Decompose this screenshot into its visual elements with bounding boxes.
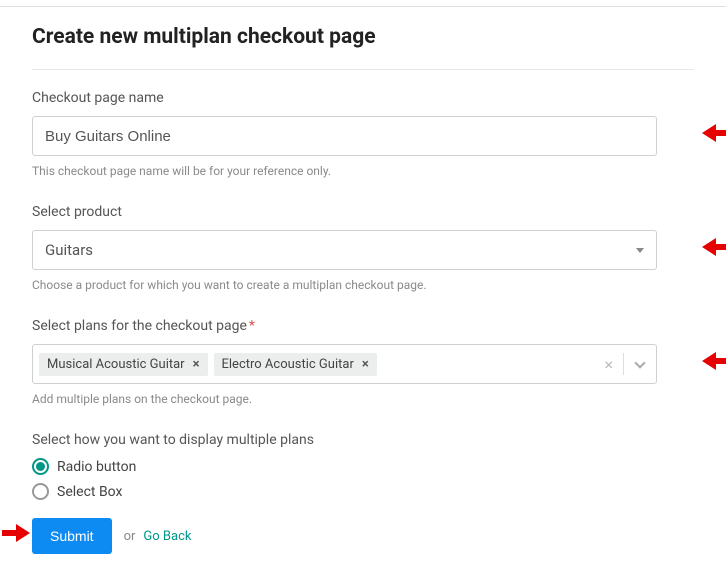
- plan-tag: Musical Acoustic Guitar ×: [39, 353, 208, 376]
- callout-arrow-icon: [702, 124, 726, 142]
- required-star-icon: *: [249, 318, 255, 334]
- radio-icon: [32, 458, 49, 475]
- radio-option[interactable]: Radio button: [32, 458, 694, 475]
- product-selected-value: Guitars: [45, 241, 636, 259]
- callout-arrow-icon: [702, 352, 726, 370]
- product-label: Select product: [32, 204, 694, 220]
- plans-multiselect[interactable]: Musical Acoustic Guitar×Electro Acoustic…: [32, 344, 657, 384]
- plan-tag-label: Musical Acoustic Guitar: [47, 357, 185, 372]
- plan-tag: Electro Acoustic Guitar ×: [214, 353, 377, 376]
- clear-all-icon[interactable]: ×: [594, 355, 623, 374]
- product-group: Select product Guitars Choose a product …: [32, 204, 694, 292]
- callout-arrow-icon: [2, 524, 30, 542]
- submit-button[interactable]: Submit: [32, 518, 112, 554]
- checkout-name-input[interactable]: [32, 116, 657, 156]
- callout-arrow-icon: [702, 238, 726, 256]
- product-helper: Choose a product for which you want to c…: [32, 278, 694, 292]
- plan-tag-label: Electro Acoustic Guitar: [222, 357, 354, 372]
- display-label: Select how you want to display multiple …: [32, 432, 694, 448]
- open-dropdown-button[interactable]: [624, 362, 656, 367]
- checkout-name-helper: This checkout page name will be for your…: [32, 164, 694, 178]
- or-text: or: [124, 529, 136, 544]
- radio-option[interactable]: Select Box: [32, 483, 694, 500]
- plans-helper: Add multiple plans on the checkout page.: [32, 392, 694, 406]
- chevron-down-icon: [634, 357, 645, 368]
- radio-label: Select Box: [57, 484, 122, 500]
- page-title: Create new multiplan checkout page: [32, 25, 694, 70]
- product-select[interactable]: Guitars: [32, 230, 657, 270]
- multiselect-controls: ×: [594, 345, 656, 383]
- go-back-link[interactable]: Go Back: [143, 529, 191, 544]
- checkout-name-label: Checkout page name: [32, 90, 694, 106]
- caret-down-icon: [636, 248, 644, 253]
- radio-icon: [32, 483, 49, 500]
- display-group: Select how you want to display multiple …: [32, 432, 694, 500]
- remove-tag-icon[interactable]: ×: [362, 357, 369, 372]
- checkout-name-group: Checkout page name This checkout page na…: [32, 90, 694, 178]
- remove-tag-icon[interactable]: ×: [193, 357, 200, 372]
- plans-group: Select plans for the checkout page* Musi…: [32, 318, 694, 406]
- radio-label: Radio button: [57, 459, 136, 475]
- plans-label: Select plans for the checkout page*: [32, 318, 694, 334]
- plans-label-text: Select plans for the checkout page: [32, 318, 247, 334]
- actions-row: Submit or Go Back: [32, 518, 694, 554]
